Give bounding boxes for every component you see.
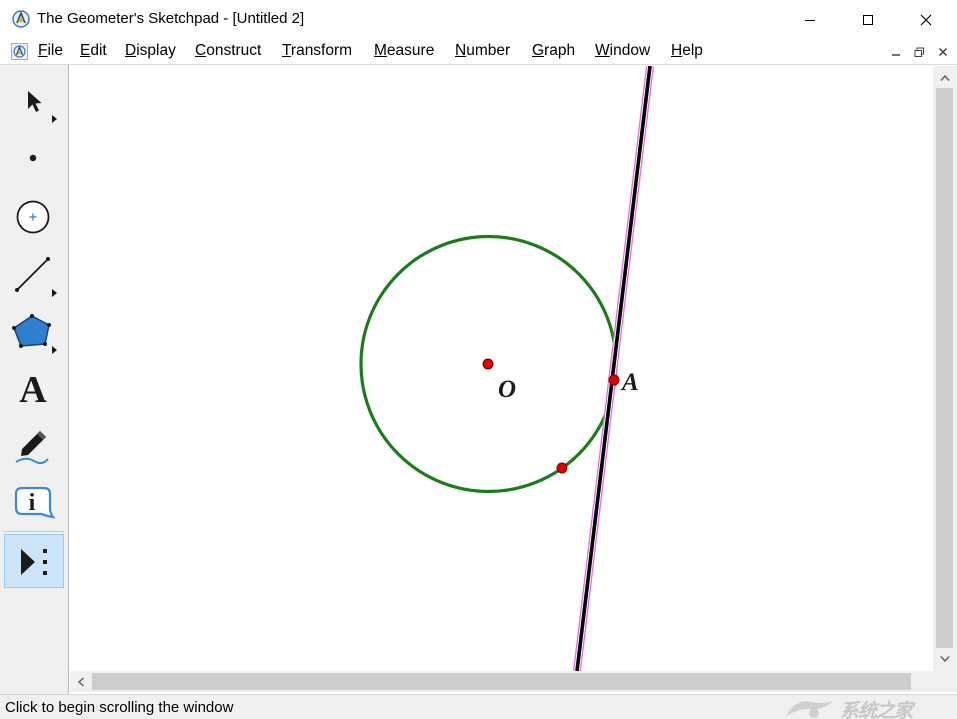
menu-transform[interactable]: Transform — [282, 42, 352, 60]
vertical-scroll-thumb[interactable] — [936, 88, 953, 648]
menu-bar: File Edit Display Construct Transform Me… — [0, 39, 957, 65]
chevron-left-icon — [77, 677, 84, 687]
custom-tool-icon — [21, 549, 47, 575]
label-o[interactable]: O — [498, 376, 516, 403]
scroll-left-button[interactable] — [72, 673, 90, 691]
toolbox: A i — [0, 65, 69, 694]
document-icon[interactable] — [11, 43, 28, 60]
segment-icon — [15, 257, 57, 297]
point-tool[interactable] — [4, 130, 64, 184]
arrow-select-icon — [28, 91, 57, 123]
chevron-down-icon — [940, 656, 950, 663]
horizontal-scroll-thumb[interactable] — [92, 673, 911, 690]
menu-edit[interactable]: Edit — [80, 42, 107, 60]
menu-measure[interactable]: Measure — [374, 42, 434, 60]
straightedge-tool[interactable] — [4, 245, 64, 299]
sketchpad-app-icon — [12, 10, 30, 28]
watermark-text: 系统之家 — [840, 700, 913, 719]
text-icon: A — [19, 369, 47, 411]
text-tool[interactable]: A — [4, 360, 64, 414]
close-button[interactable] — [897, 0, 955, 39]
sketch-drawing: O A — [359, 66, 654, 671]
minimize-icon — [805, 19, 815, 21]
circle-icon — [16, 200, 50, 234]
svg-text:A: A — [19, 369, 47, 411]
status-text: Click to begin scrolling the window — [5, 699, 234, 716]
document-close-button[interactable] — [934, 43, 952, 61]
restore-icon — [914, 47, 924, 57]
svg-text:i: i — [29, 490, 36, 516]
toolbox-separator — [4, 531, 64, 532]
chevron-up-icon — [940, 74, 950, 81]
marker-pen-icon — [15, 431, 49, 465]
menu-construct[interactable]: Construct — [195, 42, 261, 60]
polygon-icon — [12, 314, 57, 354]
scrollbar-corner — [933, 671, 957, 692]
point-icon — [29, 154, 37, 162]
status-bar: Click to begin scrolling the window 系统之家 — [0, 694, 957, 719]
close-icon — [938, 47, 948, 57]
maximize-icon — [863, 14, 873, 25]
menu-help[interactable]: Help — [671, 42, 703, 60]
info-icon: i — [14, 486, 56, 519]
minimize-button[interactable] — [781, 0, 839, 39]
horizontal-scrollbar[interactable] — [70, 671, 933, 692]
compass-tool[interactable] — [4, 187, 64, 241]
watermark-logo-icon — [786, 700, 834, 718]
sketch-canvas[interactable]: O A — [70, 66, 933, 671]
information-tool[interactable]: i — [4, 476, 64, 530]
menu-graph[interactable]: Graph — [532, 42, 575, 60]
polygon-tool[interactable] — [4, 302, 64, 356]
minimize-icon — [892, 54, 900, 56]
point-on-circle[interactable] — [556, 462, 568, 474]
arrow-tool[interactable] — [4, 73, 64, 127]
point-a[interactable] — [608, 374, 620, 386]
scroll-down-button[interactable] — [936, 650, 954, 668]
custom-tool[interactable] — [4, 534, 64, 588]
vertical-scrollbar[interactable] — [933, 66, 957, 671]
watermark: 系统之家 — [782, 696, 952, 719]
menu-number[interactable]: Number — [455, 42, 510, 60]
menu-display[interactable]: Display — [125, 42, 176, 60]
menu-file[interactable]: File — [38, 42, 63, 60]
document-minimize-button[interactable] — [887, 43, 905, 61]
point-o-center[interactable] — [482, 358, 494, 370]
tangent-line[interactable] — [575, 66, 652, 671]
window-title: The Geometer's Sketchpad - [Untitled 2] — [37, 10, 305, 27]
scroll-up-button[interactable] — [936, 69, 954, 87]
marker-tool[interactable] — [4, 418, 64, 472]
menu-window[interactable]: Window — [595, 42, 650, 60]
close-icon — [920, 14, 932, 25]
maximize-button[interactable] — [839, 0, 897, 39]
title-bar: The Geometer's Sketchpad - [Untitled 2] — [0, 0, 957, 39]
document-restore-button[interactable] — [910, 43, 928, 61]
label-a[interactable]: A — [620, 369, 639, 396]
